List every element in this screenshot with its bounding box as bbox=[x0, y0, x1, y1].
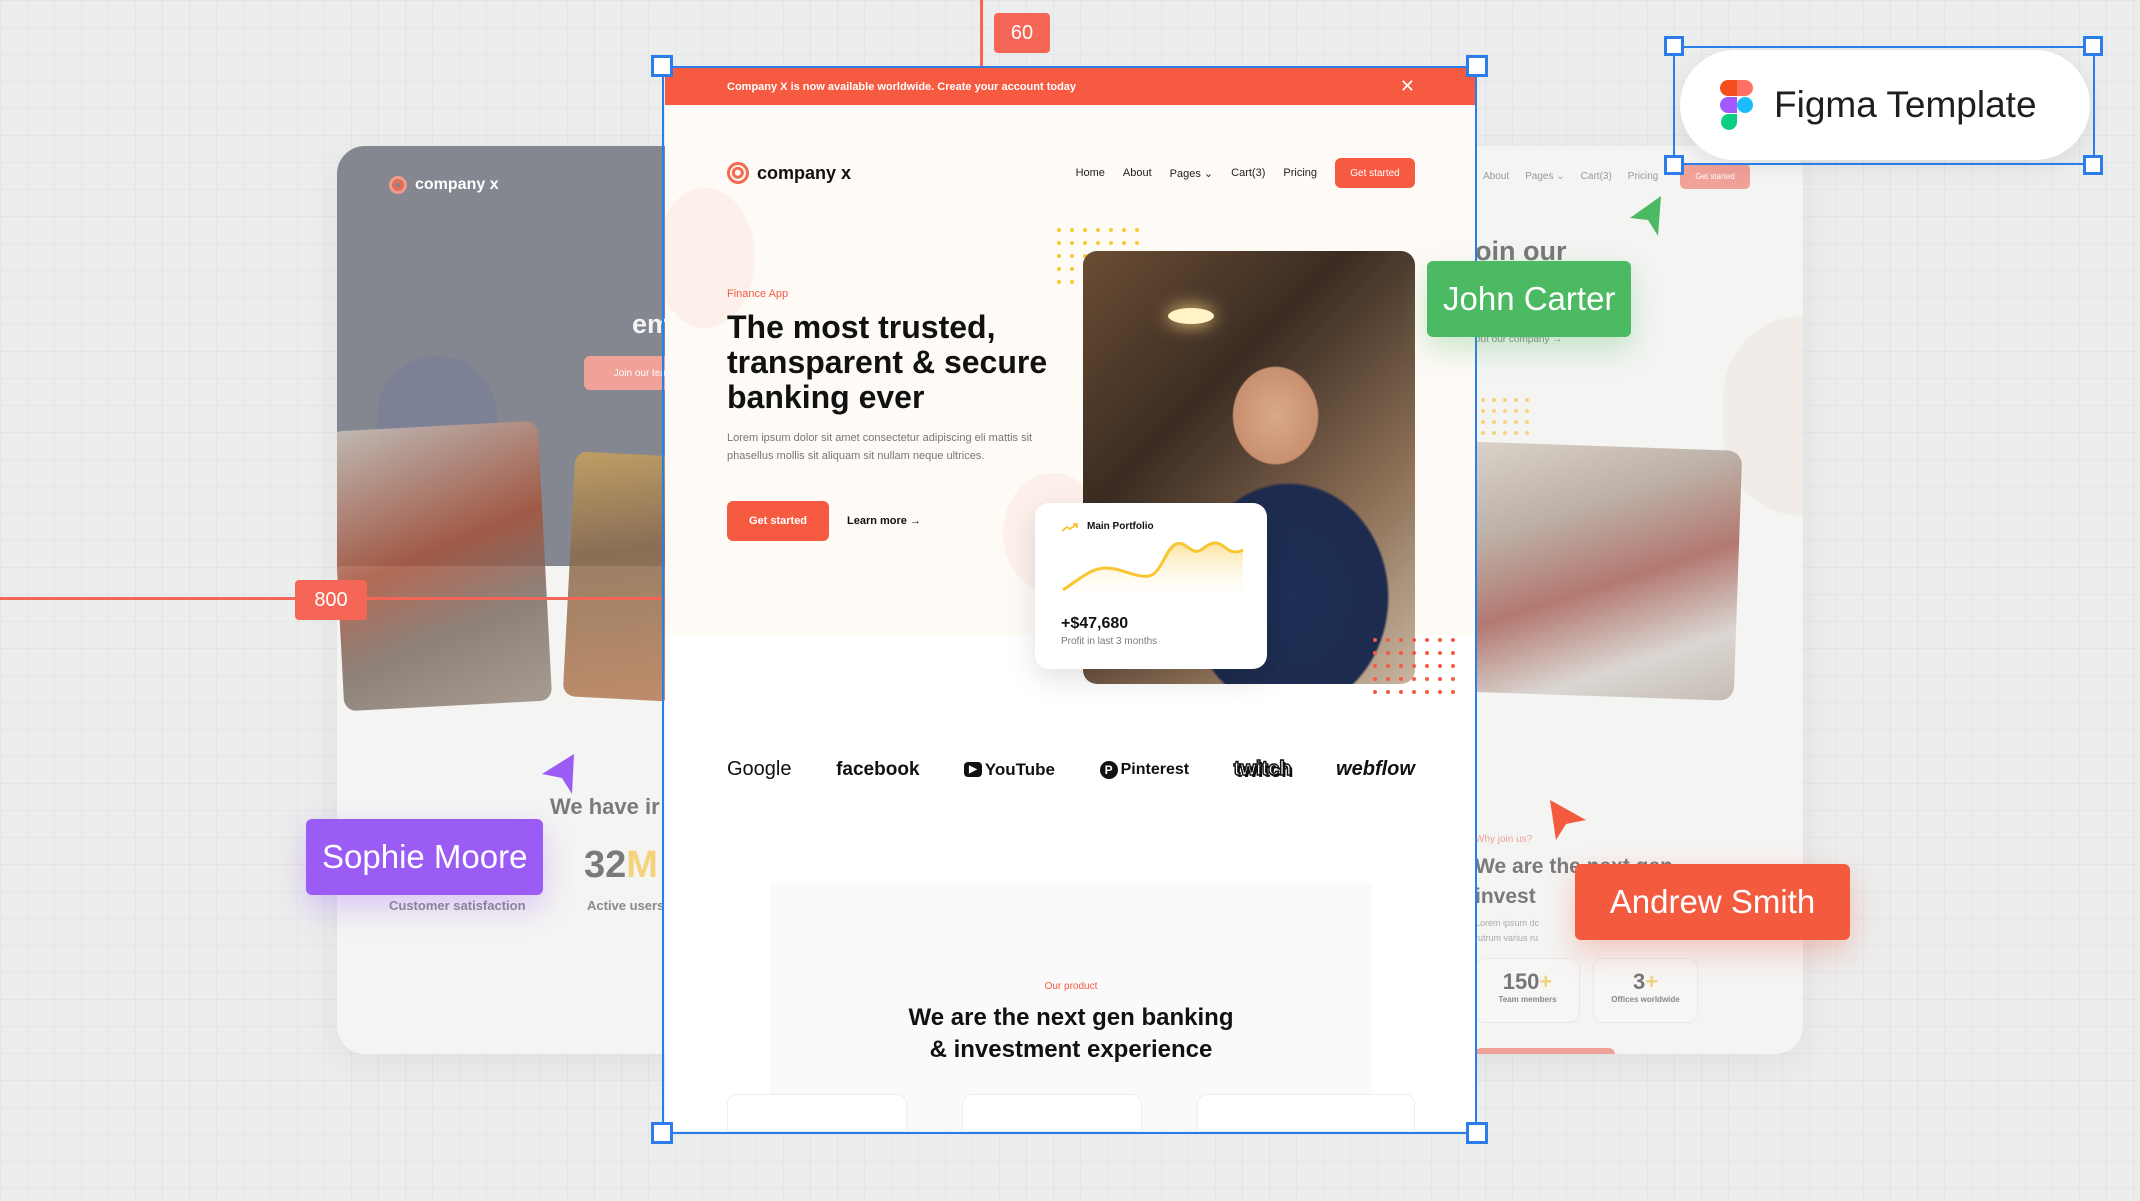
yellow-dot-grid bbox=[1481, 398, 1529, 435]
stat-value: 32M bbox=[584, 844, 658, 886]
stat-team-label: Team members bbox=[1498, 995, 1557, 1004]
right-nav-pricing[interactable]: Pricing bbox=[1628, 171, 1659, 182]
cursor-name: Sophie Moore bbox=[322, 838, 528, 875]
measure-badge-top: 60 bbox=[994, 13, 1050, 53]
right-nav-cart[interactable]: Cart(3) bbox=[1581, 171, 1612, 182]
cursor-name: John Carter bbox=[1443, 280, 1616, 317]
cursor-arrow-icon-purple bbox=[542, 754, 574, 794]
stat-label-active-users: Active users bbox=[587, 898, 665, 913]
cursor-arrow-icon-green bbox=[1630, 196, 1661, 236]
team-photo-left bbox=[337, 420, 553, 712]
badge-handle-bl[interactable] bbox=[1664, 155, 1684, 175]
right-get-started-label: Get started bbox=[1695, 172, 1735, 181]
right-nav: About Pages ⌄ Cart(3) Pricing bbox=[1483, 171, 1658, 182]
measure-line-vertical bbox=[980, 0, 983, 66]
right-nav-pages[interactable]: Pages ⌄ bbox=[1525, 171, 1565, 182]
stat-team-value: 150+ bbox=[1476, 969, 1579, 995]
measure-left-value: 800 bbox=[314, 588, 348, 611]
selection-frame[interactable] bbox=[662, 66, 1477, 1134]
logo-icon bbox=[389, 176, 407, 194]
cursor-name: Andrew Smith bbox=[1609, 883, 1816, 920]
resize-handle-br[interactable] bbox=[1466, 1122, 1488, 1144]
team-office-photo bbox=[1448, 441, 1743, 701]
badge-selection-frame[interactable] bbox=[1673, 46, 2095, 165]
left-brand-name: company x bbox=[415, 176, 499, 193]
right-lead-line1: Lorem ipsum dc bbox=[1475, 918, 1540, 928]
right-nav-pages-label: Pages bbox=[1525, 171, 1554, 182]
badge-handle-tr[interactable] bbox=[2083, 36, 2103, 56]
measure-badge-left: 800 bbox=[295, 580, 367, 620]
right-eyebrow: Why join us? bbox=[1475, 834, 1533, 845]
stat-offices-label: Offices worldwide bbox=[1611, 995, 1680, 1004]
stat-team-suffix: + bbox=[1539, 969, 1553, 994]
right-nav-about[interactable]: About bbox=[1483, 171, 1509, 182]
resize-handle-tr[interactable] bbox=[1466, 55, 1488, 77]
left-stats-heading: We have ir bbox=[550, 794, 660, 819]
stat-offices-number: 3 bbox=[1632, 969, 1646, 994]
stat-offices: 3+ Offices worldwide bbox=[1593, 958, 1698, 1023]
badge-handle-br[interactable] bbox=[2083, 155, 2103, 175]
stat-offices-suffix: + bbox=[1645, 969, 1659, 994]
stat-offices-value: 3+ bbox=[1594, 969, 1697, 995]
right-lead: Lorem ipsum dc rutrum varius ru bbox=[1475, 916, 1539, 946]
badge-handle-tl[interactable] bbox=[1664, 36, 1684, 56]
cursor-arrow-icon-red bbox=[1550, 800, 1586, 840]
stat-team-number: 150 bbox=[1502, 969, 1540, 994]
stat-team-members: 150+ Team members bbox=[1475, 958, 1580, 1023]
resize-handle-bl[interactable] bbox=[651, 1122, 673, 1144]
cursor-label-andrew-smith: Andrew Smith bbox=[1575, 864, 1850, 940]
right-get-started-button[interactable]: Get started bbox=[1680, 164, 1750, 189]
right-lead-line2: rutrum varius ru bbox=[1475, 933, 1539, 943]
right-cta-button[interactable] bbox=[1475, 1048, 1615, 1054]
cursor-label-john-carter: John Carter bbox=[1427, 261, 1632, 337]
cursor-label-sophie-moore: Sophie Moore bbox=[306, 819, 544, 895]
measure-top-value: 60 bbox=[1010, 21, 1034, 44]
left-brand: company x bbox=[389, 176, 499, 194]
stat-label-satisfaction: Customer satisfaction bbox=[389, 898, 526, 913]
resize-handle-tl[interactable] bbox=[651, 55, 673, 77]
